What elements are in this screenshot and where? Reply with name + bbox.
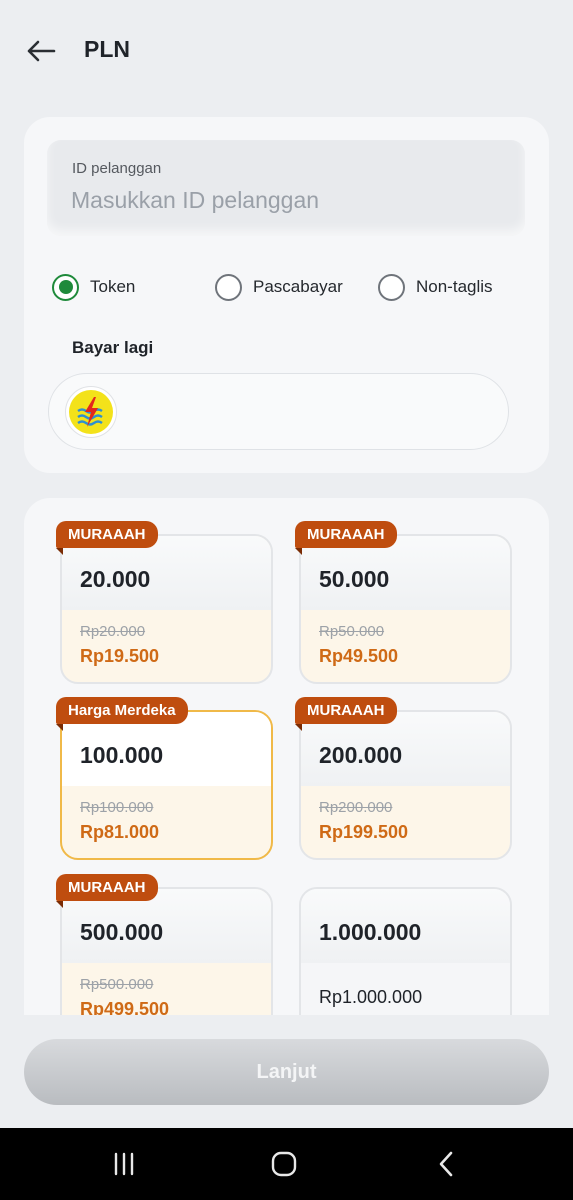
product-price: Rp499.500 xyxy=(80,999,170,1015)
payment-type-group: Token Pascabayar Non-taglis xyxy=(52,272,522,302)
product-nominal: 200.000 xyxy=(319,742,403,768)
radio-non-taglis[interactable]: Non-taglis xyxy=(378,272,493,302)
radio-label-non-taglis: Non-taglis xyxy=(416,277,493,296)
product-price: Rp81.000 xyxy=(80,822,160,842)
product-old-price: Rp200.000 xyxy=(319,799,393,816)
arrow-left-icon xyxy=(27,40,56,62)
product-price: Rp199.500 xyxy=(319,822,409,842)
product-card[interactable]: 50.000 Rp50.000 Rp49.500 xyxy=(299,534,512,684)
header: PLN xyxy=(0,0,573,100)
radio-dot xyxy=(58,280,73,294)
continue-button[interactable]: Lanjut xyxy=(24,1039,549,1105)
radio-circle-checked[interactable] xyxy=(52,273,79,301)
customer-id-field[interactable]: ID pelanggan xyxy=(47,140,525,236)
recent-item[interactable] xyxy=(65,386,117,438)
recent-apps-button[interactable] xyxy=(104,1146,144,1182)
product-old-price: Rp20.000 xyxy=(80,623,146,640)
system-nav-bar xyxy=(0,1128,573,1200)
product-nominal: 20.000 xyxy=(80,566,151,592)
radio-label-token: Token xyxy=(90,277,136,296)
page-title: PLN xyxy=(84,36,130,62)
radio-circle[interactable] xyxy=(378,273,405,301)
promo-badge: Harga Merdeka xyxy=(56,697,188,731)
screen: PLN ID pelanggan Token Pascabayar Non-ta… xyxy=(0,0,573,1200)
recent-title: Bayar lagi xyxy=(72,338,154,357)
product-card-selected[interactable]: 100.000 Rp100.000 Rp81.000 xyxy=(60,710,273,860)
customer-id-label: ID pelanggan xyxy=(72,160,162,177)
product-old-price: Rp100.000 xyxy=(80,799,154,816)
system-back-button[interactable] xyxy=(426,1146,466,1182)
radio-token[interactable]: Token xyxy=(52,272,135,302)
promo-badge: MURAAAH xyxy=(56,521,158,555)
pln-logo-icon xyxy=(69,390,113,434)
back-icon xyxy=(439,1151,453,1177)
promo-badge: MURAAAH xyxy=(295,521,397,555)
product-card[interactable]: 1.000.000 Rp1.000.000 xyxy=(299,887,512,1015)
product-card[interactable]: 200.000 Rp200.000 Rp199.500 xyxy=(299,710,512,860)
product-old-price: Rp50.000 xyxy=(319,623,385,640)
product-nominal: 500.000 xyxy=(80,919,164,945)
customer-card: ID pelanggan Token Pascabayar Non-taglis… xyxy=(24,117,549,473)
customer-id-input[interactable] xyxy=(71,182,501,218)
product-price: Rp1.000.000 xyxy=(319,987,423,1007)
product-nominal: 1.000.000 xyxy=(319,919,422,945)
radio-pascabayar[interactable]: Pascabayar xyxy=(215,272,343,302)
product-old-price: Rp500.000 xyxy=(80,976,154,993)
recent-list xyxy=(48,373,509,450)
back-button[interactable] xyxy=(22,32,60,70)
product-nominal: 100.000 xyxy=(80,742,164,768)
home-button[interactable] xyxy=(264,1146,304,1182)
product-card[interactable]: 20.000 Rp20.000 Rp19.500 xyxy=(60,534,273,684)
radio-circle[interactable] xyxy=(215,273,242,301)
product-grid: 20.000 Rp20.000 Rp19.500 MURAAAH 50.000 … xyxy=(24,498,549,1015)
radio-label-pascabayar: Pascabayar xyxy=(253,277,343,296)
product-card[interactable]: 500.000 Rp500.000 Rp499.500 xyxy=(60,887,273,1015)
product-price: Rp19.500 xyxy=(80,646,160,666)
recent-apps-icon xyxy=(114,1152,134,1176)
promo-badge: MURAAAH xyxy=(295,697,397,731)
product-price: Rp49.500 xyxy=(319,646,399,666)
promo-badge: MURAAAH xyxy=(56,874,158,908)
product-nominal: 50.000 xyxy=(319,566,390,592)
home-icon xyxy=(271,1151,297,1177)
